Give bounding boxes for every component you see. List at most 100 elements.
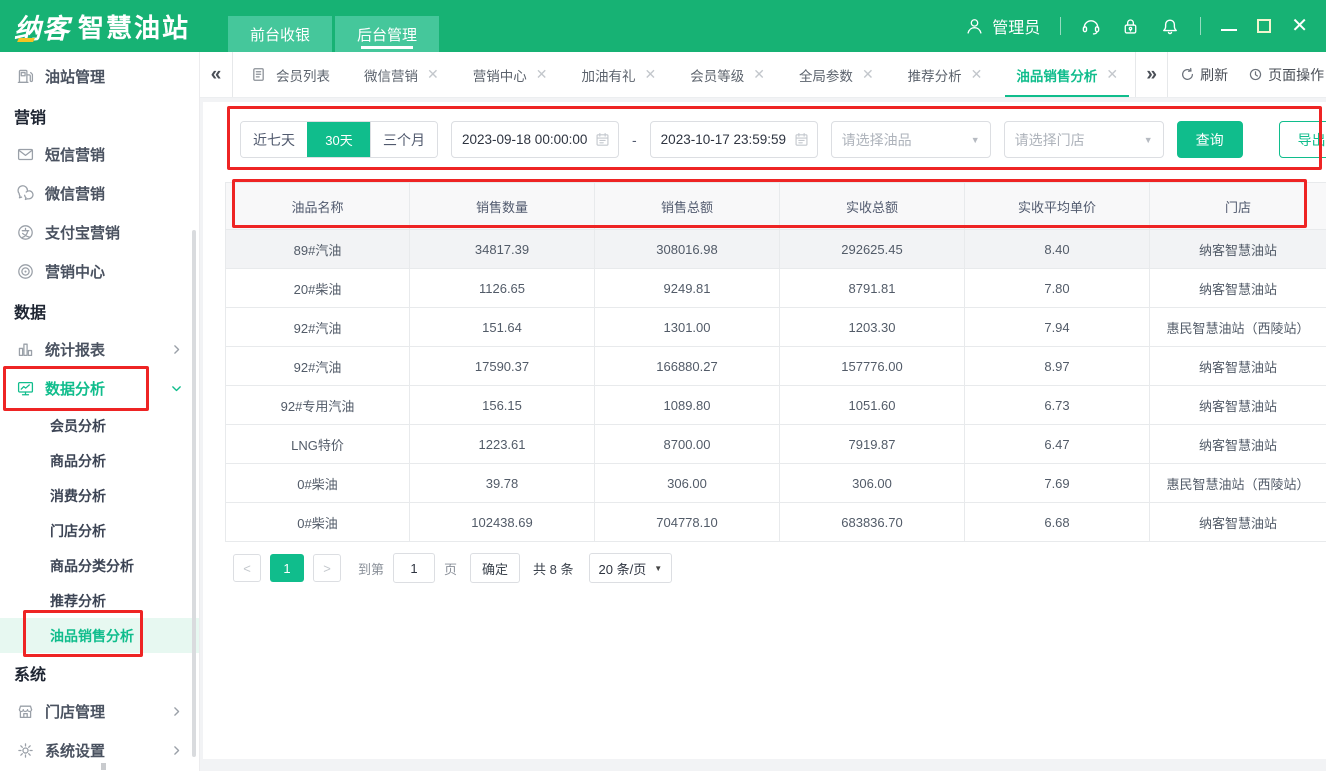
table-cell: 1126.65 bbox=[410, 269, 595, 307]
tab-global-params[interactable]: 全局参数 ✕ bbox=[782, 52, 891, 97]
tab-close-icon[interactable]: ✕ bbox=[862, 66, 874, 83]
sidebar-section-system: 系统 bbox=[0, 653, 199, 692]
tabbar-actions: 刷新 页面操作 bbox=[1168, 52, 1324, 97]
sidebar-item-label: 微信营销 bbox=[45, 183, 105, 204]
window-minimize-button[interactable] bbox=[1221, 21, 1237, 31]
end-date-input[interactable] bbox=[650, 121, 818, 158]
tabs-expand-button[interactable]: » bbox=[1135, 52, 1168, 97]
sidebar-item-data-analysis[interactable]: 数据分析 bbox=[0, 369, 199, 408]
table-cell: 7919.87 bbox=[780, 425, 965, 463]
range-3months-button[interactable]: 三个月 bbox=[370, 122, 437, 157]
table-cell: 0#柴油 bbox=[225, 464, 410, 502]
store-select[interactable]: 请选择门店 ▼ bbox=[1004, 121, 1164, 158]
tab-refuel-gift[interactable]: 加油有礼✕ bbox=[564, 52, 673, 97]
sidebar-item-store-mgmt[interactable]: 门店管理 bbox=[0, 692, 199, 731]
pagination: < 1 > 到第 页 确定 共 8 条 20 条/页 ▼ bbox=[233, 553, 1326, 583]
page-operations-button[interactable]: 页面操作 bbox=[1248, 65, 1324, 85]
tab-wechat-marketing[interactable]: 微信营销 ✕ bbox=[347, 52, 456, 97]
window-maximize-button[interactable] bbox=[1257, 19, 1271, 33]
notification-bell-icon[interactable] bbox=[1160, 16, 1180, 36]
sidebar-subitem-oil-sales-analysis[interactable]: 油品销售分析 bbox=[0, 618, 199, 653]
nav-tab-backend-mgmt[interactable]: 后台管理 bbox=[335, 16, 439, 52]
prev-page-button[interactable]: < bbox=[233, 554, 261, 582]
sidebar-section-label: 系统 bbox=[14, 661, 46, 685]
nav-tab-front-cashier[interactable]: 前台收银 bbox=[228, 16, 332, 52]
table-cell: 704778.10 bbox=[595, 503, 780, 541]
table-cell: 308016.98 bbox=[595, 230, 780, 268]
app-logo: 纳客 智慧油站 bbox=[0, 0, 228, 52]
gear-icon bbox=[17, 742, 34, 759]
sidebar-subitem-store-analysis[interactable]: 门店分析 bbox=[0, 513, 199, 548]
sidebar-item-statistic-reports[interactable]: 统计报表 bbox=[0, 330, 199, 369]
start-date-value[interactable] bbox=[462, 132, 589, 147]
sidebar-subitem-category-analysis[interactable]: 商品分类分析 bbox=[0, 548, 199, 583]
table-cell: 34817.39 bbox=[410, 230, 595, 268]
table-header-cell: 油品名称 bbox=[225, 183, 410, 229]
tab-close-icon[interactable]: ✕ bbox=[536, 66, 548, 83]
table-cell: 1051.60 bbox=[780, 386, 965, 424]
table-cell: 156.15 bbox=[410, 386, 595, 424]
sidebar-item-alipay-marketing[interactable]: 支付宝营销 bbox=[0, 213, 199, 252]
end-date-value[interactable] bbox=[661, 132, 788, 147]
sidebar-subitem-product-analysis[interactable]: 商品分析 bbox=[0, 443, 199, 478]
tab-referral-analysis[interactable]: 推荐分析✕ bbox=[891, 52, 1000, 97]
table-row: LNG特价1223.618700.007919.876.47纳客智慧油站 bbox=[225, 425, 1326, 464]
tab-member-level[interactable]: 会员等级✕ bbox=[673, 52, 782, 97]
goto-page-input[interactable] bbox=[393, 553, 435, 583]
tab-close-icon[interactable]: ✕ bbox=[971, 66, 983, 83]
logo-text-product: 智慧油站 bbox=[78, 8, 190, 45]
sidebar-hscrollbar-thumb[interactable] bbox=[101, 763, 106, 770]
sidebar-item-sms-marketing[interactable]: 短信营销 bbox=[0, 135, 199, 174]
table-header-cell: 实收平均单价 bbox=[965, 183, 1150, 229]
tab-close-icon[interactable]: ✕ bbox=[644, 66, 656, 83]
oil-product-select[interactable]: 请选择油品 ▼ bbox=[831, 121, 991, 158]
calendar-icon bbox=[595, 132, 610, 147]
tab-member-list[interactable]: 会员列表 bbox=[233, 52, 347, 97]
export-button[interactable]: 导出 bbox=[1279, 121, 1326, 158]
table-cell: 6.73 bbox=[965, 386, 1150, 424]
user-menu[interactable]: 管理员 bbox=[965, 14, 1040, 38]
tab-label: 全局参数 bbox=[799, 65, 853, 85]
chevron-right-icon bbox=[170, 744, 183, 757]
sidebar-subitem-member-analysis[interactable]: 会员分析 bbox=[0, 408, 199, 443]
range-30days-button[interactable]: 30天 bbox=[307, 122, 370, 157]
sidebar-item-system-settings[interactable]: 系统设置 bbox=[0, 731, 199, 770]
chevron-right-icon bbox=[170, 705, 183, 718]
tabs-collapse-button[interactable]: « bbox=[200, 52, 233, 97]
goto-confirm-button[interactable]: 确定 bbox=[470, 553, 520, 583]
lock-icon[interactable] bbox=[1121, 17, 1140, 36]
sidebar-item-marketing-center[interactable]: 营销中心 bbox=[0, 252, 199, 291]
sidebar-item-label: 支付宝营销 bbox=[45, 222, 120, 243]
tab-label: 微信营销 bbox=[364, 65, 418, 85]
sidebar-subitem-consumption-analysis[interactable]: 消费分析 bbox=[0, 478, 199, 513]
table-cell: 92#专用汽油 bbox=[225, 386, 410, 424]
next-page-button[interactable]: > bbox=[313, 554, 341, 582]
page-size-select[interactable]: 20 条/页 ▼ bbox=[589, 553, 673, 583]
table-cell: 纳客智慧油站 bbox=[1150, 347, 1326, 385]
table-header-cell: 实收总额 bbox=[780, 183, 965, 229]
range-last7days-button[interactable]: 近七天 bbox=[241, 122, 307, 157]
refresh-button[interactable]: 刷新 bbox=[1180, 65, 1228, 85]
window-close-button[interactable]: ✕ bbox=[1291, 16, 1308, 36]
tab-marketing-center[interactable]: 营销中心✕ bbox=[456, 52, 565, 97]
sidebar-item-wechat-marketing[interactable]: 微信营销 bbox=[0, 174, 199, 213]
table-cell: 8.97 bbox=[965, 347, 1150, 385]
table-header-cell: 销售数量 bbox=[410, 183, 595, 229]
query-button[interactable]: 查询 bbox=[1177, 121, 1243, 158]
current-page-button[interactable]: 1 bbox=[270, 554, 304, 582]
sidebar-item-station-mgmt[interactable]: 油站管理 bbox=[0, 57, 199, 96]
tab-oil-sales-analysis[interactable]: 油品销售分析 ✕ bbox=[999, 52, 1135, 97]
chevron-right-icon bbox=[170, 343, 183, 356]
tab-close-icon[interactable]: ✕ bbox=[753, 66, 765, 83]
table-row: 92#汽油151.641301.001203.307.94惠民智慧油站（西陵站） bbox=[225, 308, 1326, 347]
tab-close-icon[interactable]: ✕ bbox=[1106, 66, 1118, 83]
tab-close-icon[interactable]: ✕ bbox=[427, 66, 439, 83]
support-headset-icon[interactable] bbox=[1081, 16, 1101, 36]
sidebar-scrollbar-thumb[interactable] bbox=[192, 230, 196, 757]
sidebar-subitem-referral-analysis[interactable]: 推荐分析 bbox=[0, 583, 199, 618]
tab-label: 油品销售分析 bbox=[1016, 65, 1097, 85]
sidebar-section-data: 数据 bbox=[0, 291, 199, 330]
table-header-row: 油品名称销售数量销售总额实收总额实收平均单价门店 bbox=[225, 183, 1326, 230]
start-date-input[interactable] bbox=[451, 121, 619, 158]
table-cell: 1089.80 bbox=[595, 386, 780, 424]
